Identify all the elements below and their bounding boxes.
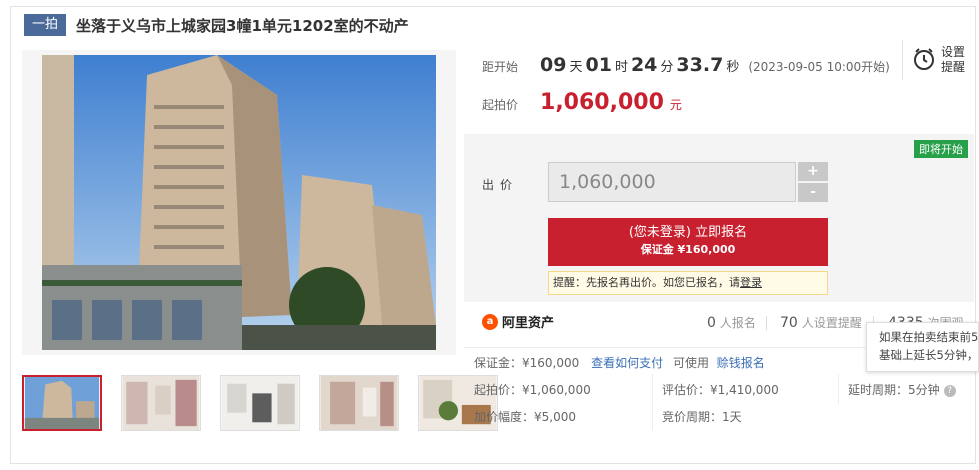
decrease-bid-button[interactable]: - xyxy=(798,183,828,202)
days-unit: 天 xyxy=(569,60,583,75)
register-line1: (您未登录) 立即报名 xyxy=(628,225,748,240)
bid-amount-input[interactable] xyxy=(548,162,796,202)
seconds-unit: 秒 xyxy=(726,60,740,75)
reminder-count-label: 人设置提醒 xyxy=(801,316,862,330)
tip-text: 提醒：先报名再出价。如您已报名，请 xyxy=(553,276,740,289)
countdown-minutes: 24 xyxy=(630,54,658,76)
login-link[interactable]: 登录 xyxy=(740,276,762,289)
reminder-line1: 设置 xyxy=(941,45,966,59)
extension-text: 延时周期：5分钟 xyxy=(848,383,940,397)
signup-count: 0 人报名 xyxy=(707,314,756,331)
tooltip-line1: 如果在拍卖结束前5 xyxy=(879,330,979,344)
page-title: 坐落于义乌市上城家园3幢1单元1202室的不动产 xyxy=(76,16,409,35)
countdown: 距开始 09 天 01 时 24 分 33.7 秒 (2023-09-05 10… xyxy=(482,54,890,76)
stats-bar: a 阿里资产 0人报名 70人设置提醒 4335次围观 xyxy=(464,300,964,340)
can-use-text: 可使用 xyxy=(672,356,709,370)
round-tag: 一拍 xyxy=(24,14,67,36)
main-photo[interactable] xyxy=(22,50,456,355)
extension-detail: 延时周期：5分钟? xyxy=(848,381,956,398)
bid-period-detail: 竞价周期：1天 xyxy=(662,410,742,424)
countdown-hours: 01 xyxy=(585,54,612,76)
thumbnail-4[interactable] xyxy=(319,375,399,431)
divider xyxy=(652,374,653,430)
credit-signup-link[interactable]: 赊钱报名 xyxy=(717,356,765,370)
register-now-button[interactable]: (您未登录) 立即报名 保证金 ¥160,000 xyxy=(548,218,828,266)
register-line2: 保证金 ¥160,000 xyxy=(640,243,736,256)
bid-label: 出价 xyxy=(482,178,519,192)
hours-unit: 时 xyxy=(614,60,628,75)
thumbnail-1[interactable] xyxy=(22,375,102,431)
starting-price-value: 1,060,000 xyxy=(540,90,664,115)
thumbnail-3[interactable] xyxy=(220,375,300,431)
alarm-clock-icon xyxy=(913,47,935,74)
login-tip: 提醒：先报名再出价。如您已报名，请登录 xyxy=(548,271,828,295)
status-badge: 即将开始 xyxy=(914,140,968,158)
auction-info: 距开始 09 天 01 时 24 分 33.7 秒 (2023-09-05 10… xyxy=(464,44,904,134)
set-reminder-button[interactable]: 设置 提醒 xyxy=(902,40,972,80)
increase-bid-button[interactable]: + xyxy=(798,162,828,181)
start-time: (2023-09-05 10:00开始) xyxy=(748,60,890,74)
tooltip-line2: 基础上延长5分钟， xyxy=(879,348,979,362)
signup-number: 0 xyxy=(707,315,716,331)
countdown-seconds: 33.7 xyxy=(676,54,724,76)
starting-price-unit: 元 xyxy=(669,98,682,112)
divider xyxy=(766,316,767,330)
countdown-days: 09 xyxy=(540,54,567,76)
countdown-label: 距开始 xyxy=(482,60,519,74)
reminder-label: 设置 提醒 xyxy=(941,45,965,75)
brand-logo: a 阿里资产 xyxy=(482,312,554,331)
brand-name: 阿里资产 xyxy=(502,316,555,331)
thumbnail-strip xyxy=(22,375,498,431)
bid-stepper: + - xyxy=(798,162,828,202)
starting-price-label: 起拍价 xyxy=(482,98,519,112)
divider xyxy=(838,374,839,404)
extension-tooltip: 如果在拍卖结束前5 基础上延长5分钟， xyxy=(866,322,979,372)
bid-panel: 即将开始 出价 + - (您未登录) 立即报名 保证金 ¥160,000 提醒：… xyxy=(464,134,974,302)
building-photo xyxy=(42,55,436,350)
appraisal-detail: 评估价：¥1,410,000 xyxy=(662,383,779,397)
reminder-line2: 提醒 xyxy=(941,60,966,74)
how-to-pay-link[interactable]: 查看如何支付 xyxy=(591,356,663,370)
reminder-number: 70 xyxy=(780,315,798,331)
minutes-unit: 分 xyxy=(660,60,674,75)
page-header: 一拍 坐落于义乌市上城家园3幢1单元1202室的不动产 xyxy=(24,13,409,37)
starting-price: 起拍价 1,060,000 元 xyxy=(482,90,682,115)
deposit-row: 保证金：¥160,000 查看如何支付 可使用 赊钱报名 xyxy=(474,354,765,371)
ali-logo-icon: a xyxy=(482,313,498,330)
start-price-detail: 起拍价：¥1,060,000 xyxy=(474,383,591,397)
thumbnail-2[interactable] xyxy=(121,375,201,431)
help-icon[interactable]: ? xyxy=(943,384,956,397)
signup-label: 人报名 xyxy=(719,316,756,330)
deposit-text: 保证金：¥160,000 xyxy=(474,356,580,370)
reminder-count: 70 人设置提醒 xyxy=(780,314,862,331)
increment-detail: 加价幅度：¥5,000 xyxy=(474,410,576,424)
